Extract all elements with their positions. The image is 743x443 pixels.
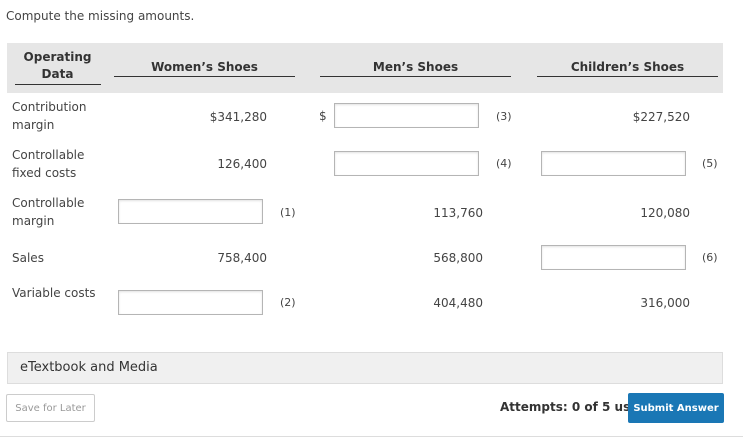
women-variable-costs-input[interactable] xyxy=(118,290,263,315)
dollar-sign: $ xyxy=(319,109,327,123)
operating-data-label: Operating Data xyxy=(14,49,101,85)
row-label-variable-costs: Variable costs xyxy=(12,286,96,300)
ref-5: (5) xyxy=(702,157,718,170)
women-contribution-margin: $341,280 xyxy=(209,110,267,124)
children-controllable-margin: 120,080 xyxy=(640,206,690,220)
submit-answer-button[interactable]: Submit Answer xyxy=(628,393,724,423)
etextbook-label[interactable]: eTextbook and Media xyxy=(20,360,158,375)
column-header-women: Women’s Shoes xyxy=(114,60,295,77)
ref-6: (6) xyxy=(702,251,718,264)
save-for-later-button[interactable]: Save for Later xyxy=(6,394,95,422)
ref-1: (1) xyxy=(280,206,296,219)
ref-2: (2) xyxy=(280,296,296,309)
row-label-controllable-fixed-costs: Controllable fixed costs xyxy=(12,148,85,180)
men-variable-costs: 404,480 xyxy=(433,296,483,310)
women-controllable-margin-input[interactable] xyxy=(118,199,263,224)
instruction-text: Compute the missing amounts. xyxy=(6,9,195,23)
men-controllable-margin: 113,760 xyxy=(433,206,483,220)
women-sales: 758,400 xyxy=(217,251,267,265)
operating-data-header: Operating Data xyxy=(10,49,105,85)
attempts-text: Attempts: 0 of 5 used xyxy=(500,400,647,414)
row-label-sales: Sales xyxy=(12,251,44,265)
women-controllable-fixed-costs: 126,400 xyxy=(217,157,267,171)
column-header-children: Children’s Shoes xyxy=(537,60,718,77)
men-sales: 568,800 xyxy=(433,251,483,265)
children-variable-costs: 316,000 xyxy=(640,296,690,310)
row-label-controllable-margin: Controllable margin xyxy=(12,196,85,228)
attempts-counter: Attempts: 0 of 5 used xyxy=(500,400,647,414)
children-contribution-margin: $227,520 xyxy=(632,110,690,124)
ref-3: (3) xyxy=(496,110,512,123)
row-label-contribution-margin: Contribution margin xyxy=(12,100,87,132)
column-header-men: Men’s Shoes xyxy=(320,60,511,77)
divider xyxy=(0,436,743,437)
ref-4: (4) xyxy=(496,157,512,170)
children-controllable-fixed-costs-input[interactable] xyxy=(541,151,686,176)
men-contribution-margin-input[interactable] xyxy=(334,103,479,128)
children-sales-input[interactable] xyxy=(541,245,686,270)
men-controllable-fixed-costs-input[interactable] xyxy=(334,151,479,176)
